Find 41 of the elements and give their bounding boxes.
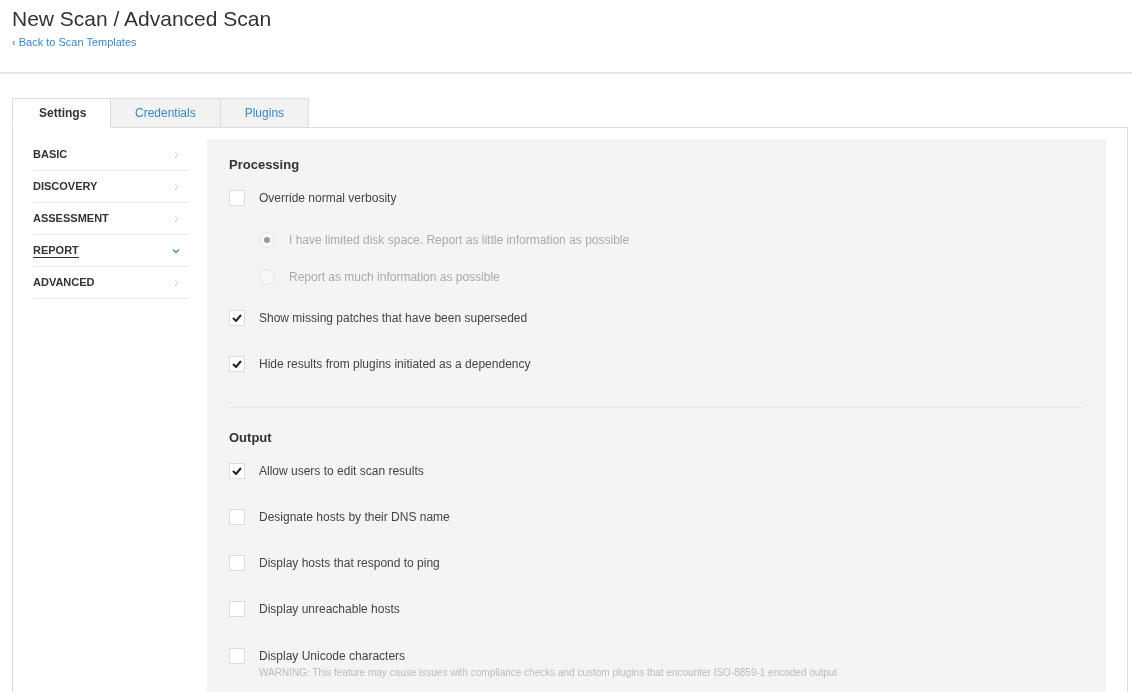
page-title: New Scan / Advanced Scan	[12, 6, 273, 32]
checkbox[interactable]	[229, 509, 245, 525]
checkmark-icon	[232, 467, 242, 475]
chevron-down-icon	[172, 246, 180, 255]
checkmark-icon	[232, 360, 242, 368]
tab[interactable]: Plugins	[219, 98, 310, 128]
sidebar-item-label[interactable]: DISCOVERY	[33, 179, 98, 194]
checkmark-icon	[232, 314, 242, 322]
checkbox[interactable]	[229, 190, 245, 206]
checkbox-option[interactable]: Designate hosts by their DNS name	[229, 494, 1084, 540]
sidebar-item[interactable]: ADVANCED	[33, 267, 188, 299]
checkbox-option[interactable]: Display hosts that respond to ping	[229, 540, 1084, 586]
sidebar-item[interactable]: DISCOVERY	[33, 171, 188, 203]
checkbox-option[interactable]: Allow users to edit scan results	[229, 448, 1084, 494]
checkbox[interactable]	[229, 648, 245, 664]
checkbox-option[interactable]: Show missing patches that have been superseded	[229, 295, 1084, 341]
sidebar-item[interactable]: BASIC	[33, 139, 188, 171]
checkbox-option[interactable]: Display Unicode characters	[229, 646, 1084, 666]
section-title: Output	[229, 428, 273, 447]
chevron-right-icon	[172, 182, 180, 191]
chevron-right-icon	[172, 214, 180, 223]
checkbox-option[interactable]: Display unreachable hosts	[229, 586, 1084, 632]
checkbox[interactable]	[229, 310, 245, 326]
sidebar-item-label[interactable]: ADVANCED	[33, 275, 95, 290]
chevron-right-icon	[172, 278, 180, 287]
checkbox-option[interactable]: Hide results from plugins initiated as a dependency	[229, 341, 1084, 387]
checkbox[interactable]	[229, 463, 245, 479]
sidebar-item-label[interactable]: REPORT	[33, 243, 79, 258]
chevron-right-icon	[172, 150, 180, 159]
section-title: Processing	[229, 155, 301, 174]
sidebar-item-label[interactable]: ASSESSMENT	[33, 211, 109, 226]
checkbox[interactable]	[229, 601, 245, 617]
sidebar-item-label[interactable]: BASIC	[33, 147, 68, 162]
checkbox[interactable]	[229, 555, 245, 571]
sidebar-item[interactable]: ASSESSMENT	[33, 203, 188, 235]
tab[interactable]: Credentials	[110, 98, 221, 128]
sidebar-item[interactable]: REPORT	[33, 235, 188, 267]
tab[interactable]: Settings	[12, 98, 111, 128]
back-link[interactable]: ‹ Back to Scan Templates	[12, 36, 137, 48]
checkbox-option[interactable]: Override normal verbosity	[229, 175, 1084, 221]
checkbox[interactable]	[229, 356, 245, 372]
